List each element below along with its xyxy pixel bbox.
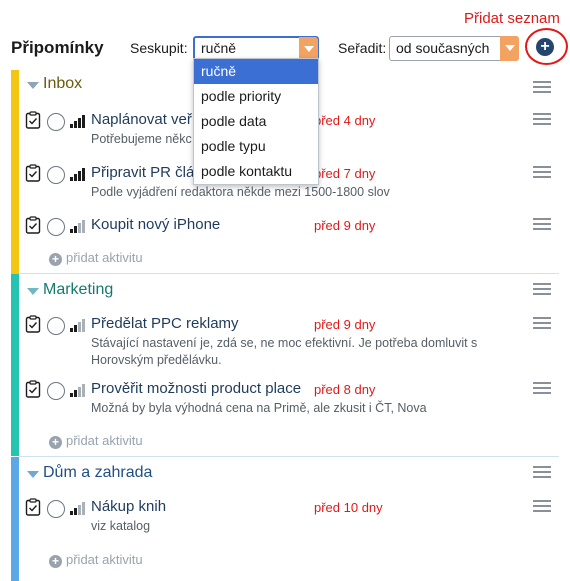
collapse-triangle-icon[interactable]	[27, 471, 39, 478]
task-title[interactable]: Připravit PR člá	[91, 164, 194, 181]
complete-checkbox[interactable]	[47, 113, 65, 131]
group-header[interactable]: Marketing	[25, 276, 555, 308]
task-description: Potřebujeme někc	[91, 132, 192, 146]
task-title[interactable]: Naplánovat veř	[91, 111, 192, 128]
task-date: před 9 dny	[314, 317, 376, 332]
drag-handle-icon[interactable]	[533, 466, 551, 478]
task-title[interactable]: Nákup knih	[91, 498, 166, 515]
task-date: před 7 dny	[314, 166, 376, 181]
clipboard-check-icon	[25, 164, 41, 182]
group-color-bar	[11, 70, 19, 274]
task-date: před 9 dny	[314, 218, 376, 233]
add-activity-label: přidat aktivitu	[66, 433, 143, 448]
task-row[interactable]: Nákup knih před 10 dny viz katalog	[25, 498, 555, 542]
collapse-triangle-icon[interactable]	[27, 82, 39, 89]
collapse-triangle-icon[interactable]	[27, 288, 39, 295]
plus-icon: +	[49, 555, 62, 568]
complete-checkbox[interactable]	[47, 317, 65, 335]
plus-icon: +	[49, 253, 62, 266]
drag-handle-icon[interactable]	[533, 113, 551, 125]
task-date: před 10 dny	[314, 500, 383, 515]
plus-icon: +	[49, 436, 62, 449]
sort-label: Seřadit:	[338, 40, 387, 56]
group-color-bar	[11, 274, 19, 456]
drag-handle-icon[interactable]	[533, 500, 551, 512]
group-by-value: ručně	[201, 40, 237, 56]
sort-select[interactable]: od současných	[389, 36, 519, 61]
task-title[interactable]: Koupit nový iPhone	[91, 216, 220, 233]
page-title: Připomínky	[11, 38, 104, 57]
task-description: Stávající nastavení je, zdá se, ne moc e…	[91, 336, 478, 367]
group-marketing: Marketing Předělat PPC reklamy před 9 dn…	[11, 274, 559, 456]
group-header[interactable]: Dům a zahrada	[25, 459, 555, 491]
dropdown-option-contact[interactable]: podle kontaktu	[194, 159, 318, 184]
chevron-down-icon	[500, 36, 519, 61]
add-list-button[interactable]: +	[536, 38, 554, 56]
group-house-garden: Dům a zahrada Nákup knih před 10 dny viz…	[11, 457, 559, 581]
task-title[interactable]: Předělat PPC reklamy	[91, 315, 239, 332]
task-date: před 4 dny	[314, 113, 376, 128]
task-description: Možná by byla výhodná cena na Primě, ale…	[91, 401, 427, 415]
add-activity-label: přidat aktivitu	[66, 552, 143, 567]
clipboard-check-icon	[25, 315, 41, 333]
priority-signal-icon[interactable]	[70, 384, 86, 397]
complete-checkbox[interactable]	[47, 166, 65, 184]
group-by-dropdown: ručně podle priority podle data podle ty…	[193, 58, 319, 185]
dropdown-option-type[interactable]: podle typu	[194, 134, 318, 159]
dropdown-option-manual[interactable]: ručně	[194, 59, 318, 84]
priority-signal-icon[interactable]	[70, 220, 86, 233]
add-activity-label: přidat aktivitu	[66, 250, 143, 265]
group-title: Inbox	[43, 75, 83, 92]
task-row[interactable]: Předělat PPC reklamy před 9 dny Stávajíc…	[25, 315, 555, 373]
clipboard-check-icon	[25, 216, 41, 234]
priority-signal-icon[interactable]	[70, 502, 86, 515]
clipboard-check-icon	[25, 380, 41, 398]
clipboard-check-icon	[25, 111, 41, 129]
complete-checkbox[interactable]	[47, 218, 65, 236]
add-activity-button[interactable]: + přidat aktivitu	[49, 250, 143, 266]
add-activity-button[interactable]: + přidat aktivitu	[49, 552, 143, 568]
task-title[interactable]: Prověřit možnosti product place	[91, 380, 311, 397]
task-row[interactable]: Prověřit možnosti product place před 8 d…	[25, 380, 555, 424]
drag-handle-icon[interactable]	[533, 382, 551, 394]
group-by-label: Seskupit:	[130, 40, 188, 56]
task-description: Podle vyjádření redaktora někde mezi 150…	[91, 185, 390, 199]
task-date: před 8 dny	[314, 382, 376, 397]
priority-signal-icon[interactable]	[70, 168, 86, 181]
priority-signal-icon[interactable]	[70, 319, 86, 332]
add-activity-button[interactable]: + přidat aktivitu	[49, 433, 143, 449]
drag-handle-icon[interactable]	[533, 166, 551, 178]
drag-handle-icon[interactable]	[533, 81, 551, 93]
clipboard-check-icon	[25, 498, 41, 516]
priority-signal-icon[interactable]	[70, 115, 86, 128]
complete-checkbox[interactable]	[47, 500, 65, 518]
task-description: viz katalog	[91, 519, 151, 533]
group-title: Dům a zahrada	[43, 464, 153, 481]
drag-handle-icon[interactable]	[533, 317, 551, 329]
drag-handle-icon[interactable]	[533, 283, 551, 295]
dropdown-option-priority[interactable]: podle priority	[194, 84, 318, 109]
complete-checkbox[interactable]	[47, 382, 65, 400]
dropdown-option-date[interactable]: podle data	[194, 109, 318, 134]
group-color-bar	[11, 457, 19, 581]
sort-value: od současných	[396, 40, 490, 56]
drag-handle-icon[interactable]	[533, 218, 551, 230]
group-title: Marketing	[43, 281, 114, 298]
